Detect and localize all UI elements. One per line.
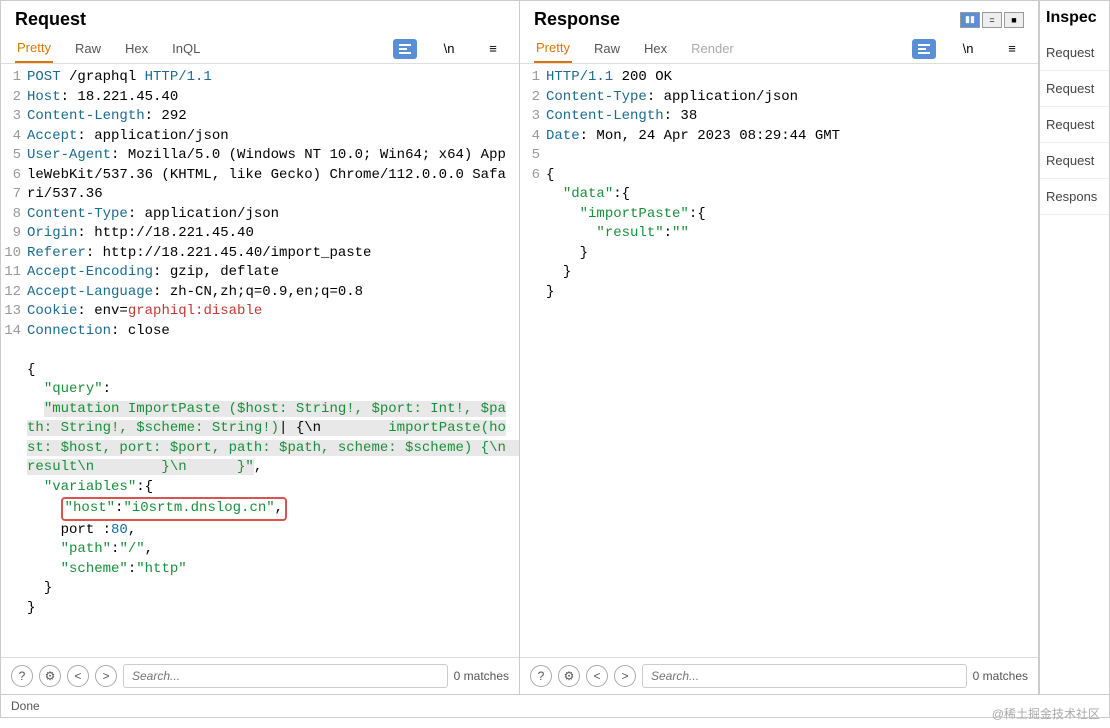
settings-icon[interactable]: ⚙ <box>39 665 61 687</box>
inspector-title: Inspec <box>1040 1 1109 35</box>
layout-rows-icon[interactable]: = <box>982 12 1002 28</box>
help-icon[interactable]: ? <box>11 665 33 687</box>
watermark: @稀土掘金技术社区 <box>992 705 1100 722</box>
response-title: Response <box>534 9 620 30</box>
status-bar: Done <box>0 695 1110 718</box>
beautify-icon[interactable] <box>393 39 417 59</box>
menu-icon[interactable]: ≡ <box>481 39 505 59</box>
request-code[interactable]: 1234567891011121314 POST /graphql HTTP/1… <box>1 64 519 657</box>
next-icon[interactable]: > <box>95 665 117 687</box>
newline-icon[interactable]: \n <box>437 39 461 59</box>
tab-hex[interactable]: Hex <box>123 35 150 62</box>
tab-pretty[interactable]: Pretty <box>15 34 53 63</box>
layout-single-icon[interactable]: ■ <box>1004 12 1024 28</box>
tab-inql[interactable]: InQL <box>170 35 202 62</box>
settings-icon[interactable]: ⚙ <box>558 665 580 687</box>
menu-icon[interactable]: ≡ <box>1000 39 1024 59</box>
response-code[interactable]: 123456 HTTP/1.1 200 OK Content-Type: app… <box>520 64 1038 657</box>
help-icon[interactable]: ? <box>530 665 552 687</box>
response-panel: Response ▮▮ = ■ Pretty Raw Hex Render \n… <box>520 1 1039 694</box>
sidebar-item[interactable]: Request <box>1040 71 1109 107</box>
match-count: 0 matches <box>454 669 509 683</box>
tab-raw[interactable]: Raw <box>73 35 103 62</box>
newline-icon[interactable]: \n <box>956 39 980 59</box>
request-bottom-bar: ? ⚙ < > 0 matches <box>1 657 519 694</box>
response-tabs: Pretty Raw Hex Render \n ≡ <box>520 34 1038 64</box>
inspector-sidebar: Inspec Request Request Request Request R… <box>1039 1 1109 694</box>
tab-pretty[interactable]: Pretty <box>534 34 572 63</box>
layout-columns-icon[interactable]: ▮▮ <box>960 12 980 28</box>
prev-icon[interactable]: < <box>67 665 89 687</box>
search-input[interactable] <box>123 664 448 688</box>
tab-hex[interactable]: Hex <box>642 35 669 62</box>
sidebar-item[interactable]: Request <box>1040 143 1109 179</box>
match-count: 0 matches <box>973 669 1028 683</box>
response-bottom-bar: ? ⚙ < > 0 matches <box>520 657 1038 694</box>
next-icon[interactable]: > <box>614 665 636 687</box>
sidebar-item[interactable]: Request <box>1040 107 1109 143</box>
request-tabs: Pretty Raw Hex InQL \n ≡ <box>1 34 519 64</box>
sidebar-item[interactable]: Request <box>1040 35 1109 71</box>
tab-render[interactable]: Render <box>689 35 736 62</box>
tab-raw[interactable]: Raw <box>592 35 622 62</box>
request-panel: Request Pretty Raw Hex InQL \n ≡ 1234567… <box>1 1 520 694</box>
sidebar-item[interactable]: Respons <box>1040 179 1109 215</box>
highlighted-host: "host":"i0srtm.dnslog.cn", <box>61 497 287 521</box>
request-title: Request <box>15 9 86 30</box>
prev-icon[interactable]: < <box>586 665 608 687</box>
beautify-icon[interactable] <box>912 39 936 59</box>
search-input[interactable] <box>642 664 967 688</box>
layout-buttons: ▮▮ = ■ <box>960 12 1024 28</box>
